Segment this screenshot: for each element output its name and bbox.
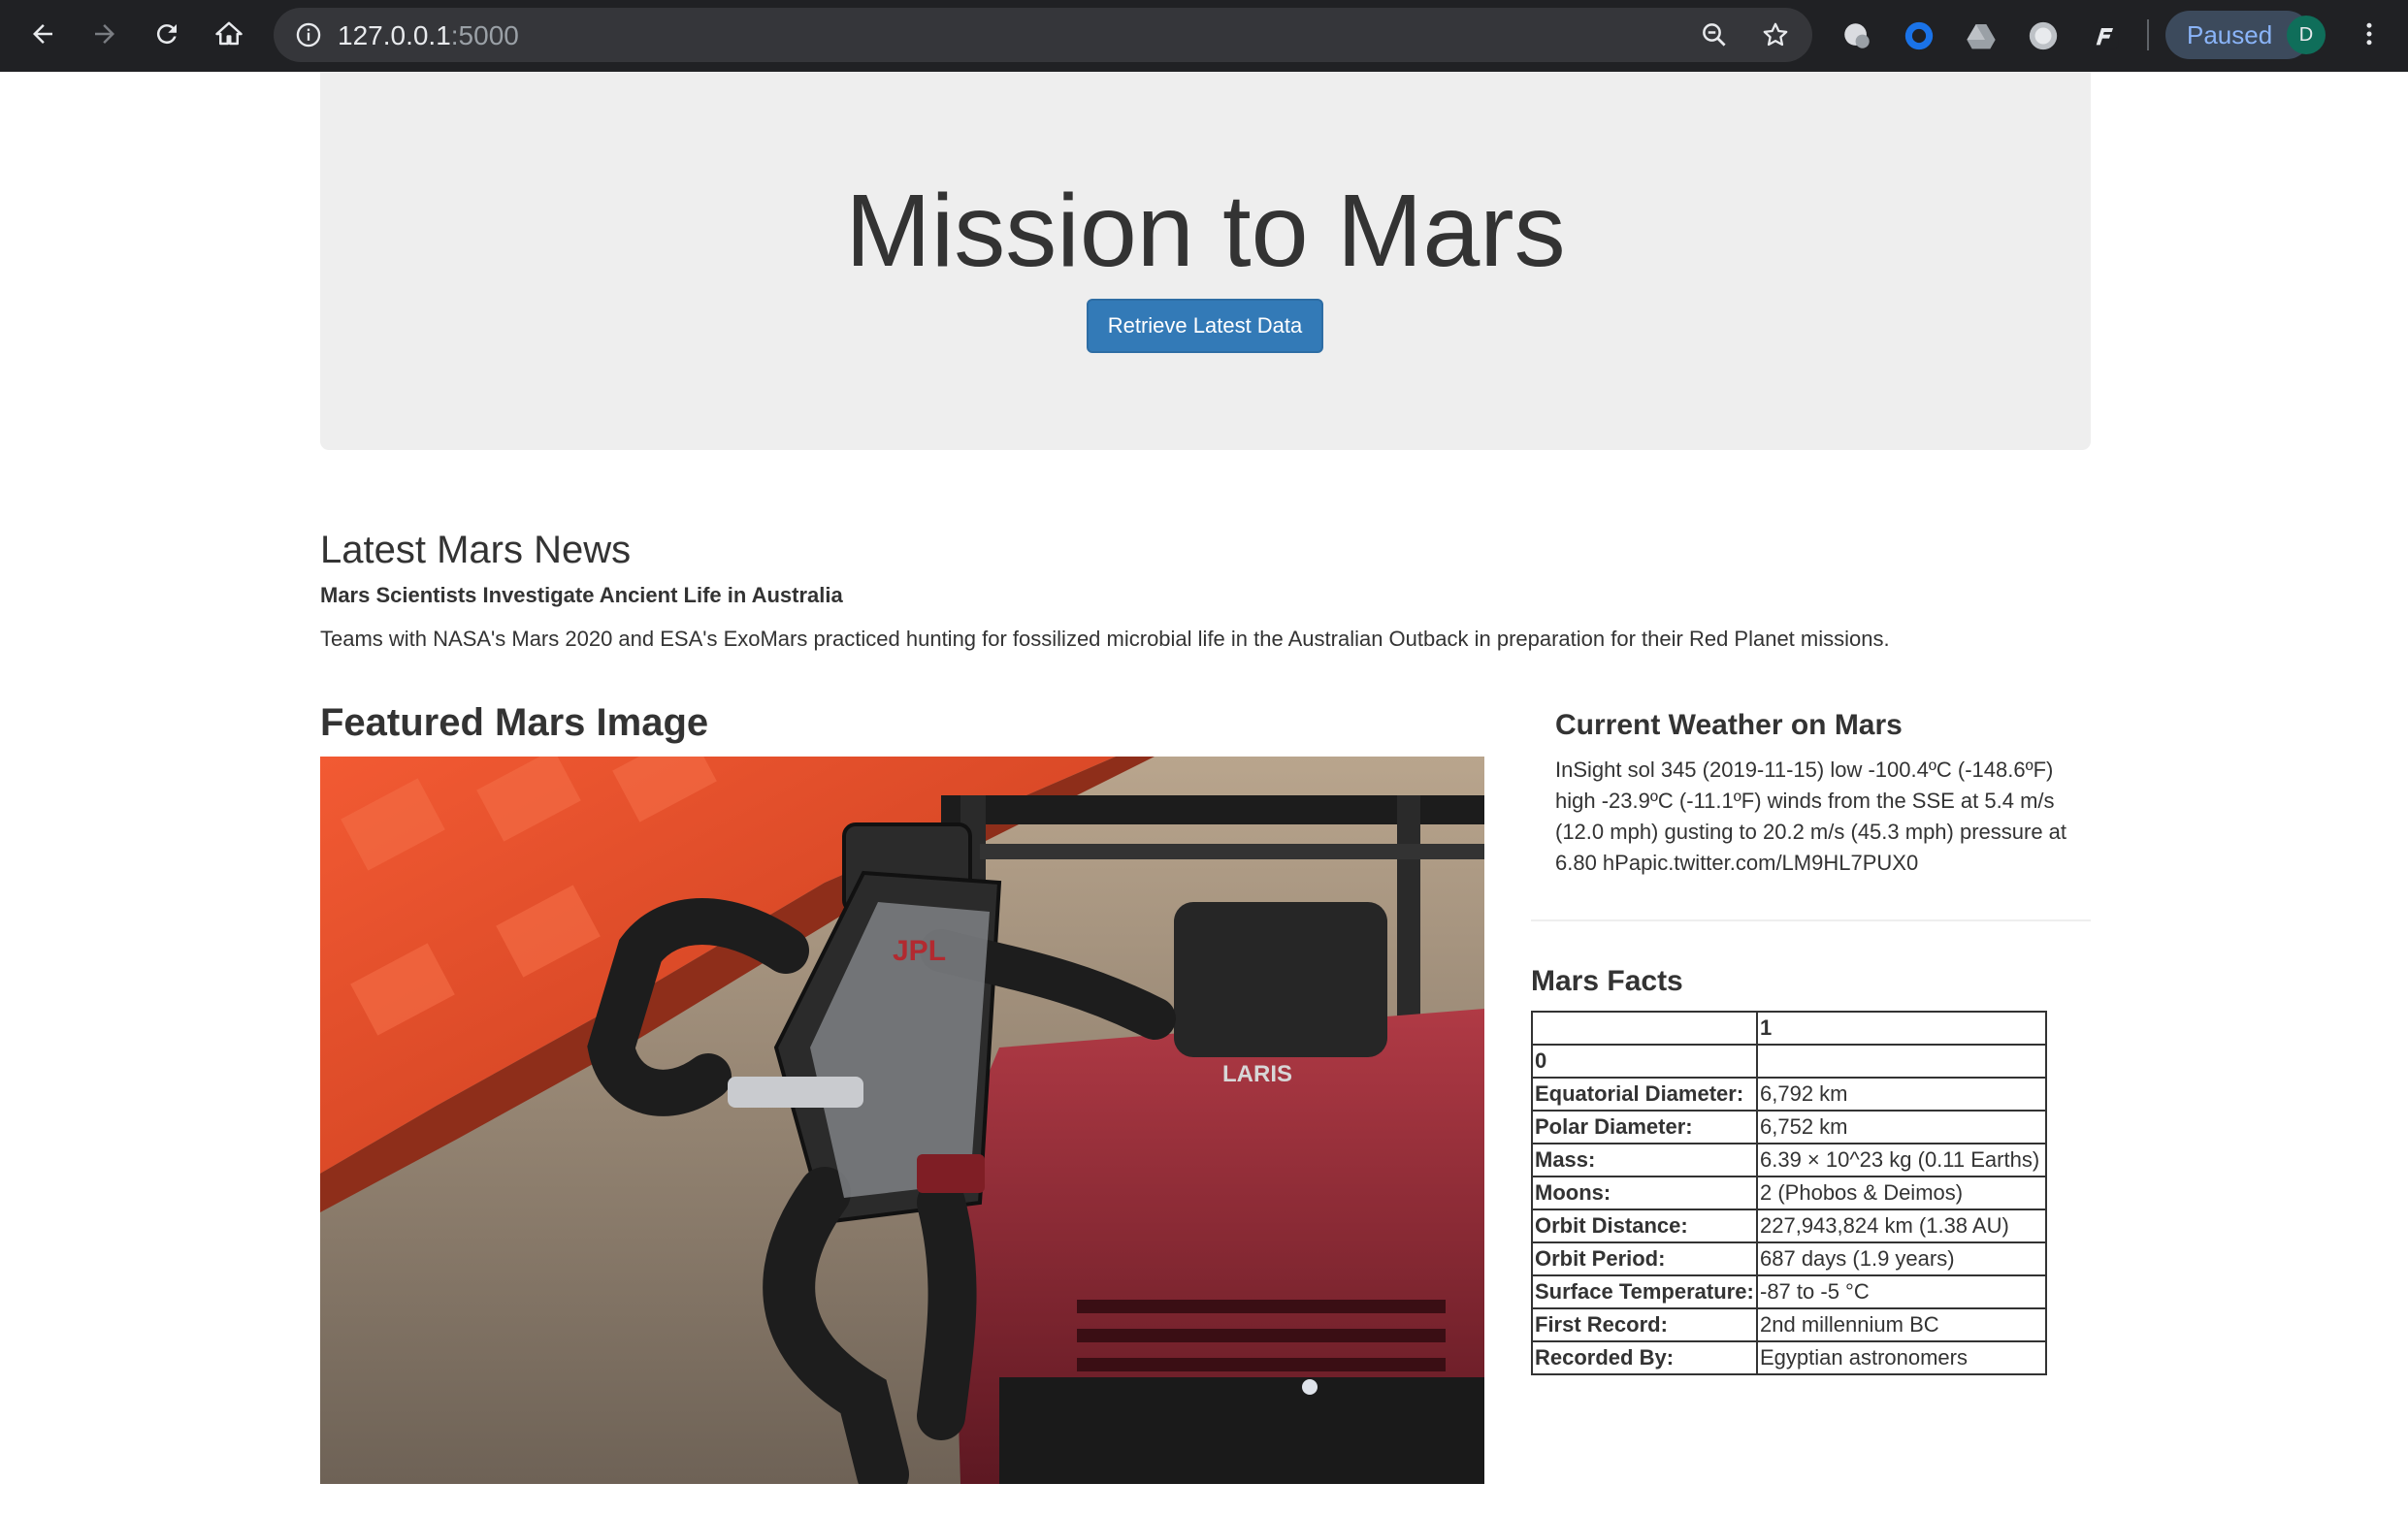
browser-toolbar: 127.0.0.1:5000 Paused D — [0, 0, 2408, 72]
fact-value: 227,943,824 km (1.38 AU) — [1756, 1209, 2047, 1243]
extension-f-icon[interactable] — [2086, 16, 2125, 55]
menu-dots-icon[interactable] — [2348, 13, 2391, 55]
address-bar[interactable]: 127.0.0.1:5000 — [274, 8, 1812, 62]
forward-icon[interactable] — [83, 13, 126, 55]
table-row: Equatorial Diameter: 6,792 km — [1531, 1077, 2047, 1112]
toolbar-divider — [2147, 19, 2149, 50]
facts-header-blank — [1531, 1011, 1758, 1046]
table-row: Moons: 2 (Phobos & Deimos) — [1531, 1176, 2047, 1210]
home-icon[interactable] — [208, 13, 250, 55]
fact-value: 2 (Phobos & Deimos) — [1756, 1176, 2047, 1210]
featured-mars-image: JPL LARIS — [320, 757, 1484, 1484]
facts-index-row: 0 — [1531, 1044, 2047, 1079]
facts-heading: Mars Facts — [1531, 965, 1683, 997]
table-row: Mass: 6.39 × 10^23 kg (0.11 Earths) — [1531, 1143, 2047, 1177]
info-icon[interactable] — [295, 21, 322, 53]
fact-value: 687 days (1.9 years) — [1756, 1241, 2047, 1276]
news-title: Mars Scientists Investigate Ancient Life… — [320, 583, 843, 607]
fact-value: 6.39 × 10^23 kg (0.11 Earths) — [1756, 1143, 2047, 1177]
google-drive-icon[interactable] — [1962, 16, 2001, 55]
weather-text: InSight sol 345 (2019-11-15) low -100.4º… — [1555, 758, 2067, 875]
table-row: Recorded By: Egyptian astronomers — [1531, 1340, 2047, 1375]
facts-header-row: 1 — [1531, 1011, 2047, 1046]
fact-label: Polar Diameter: — [1531, 1110, 1758, 1144]
fact-value: 6,752 km — [1756, 1110, 2047, 1144]
fact-label: Moons: — [1531, 1176, 1758, 1210]
fact-value: 2nd millennium BC — [1756, 1307, 2047, 1342]
featured-image-heading: Featured Mars Image — [320, 701, 709, 744]
table-row: Orbit Period: 687 days (1.9 years) — [1531, 1241, 2047, 1276]
weather-heading: Current Weather on Mars — [1555, 709, 1903, 741]
fact-label: Orbit Distance: — [1531, 1209, 1758, 1243]
fact-label: Equatorial Diameter: — [1531, 1077, 1758, 1112]
extension-search-icon[interactable] — [1838, 16, 1876, 55]
page-title: Mission to Mars — [845, 174, 1566, 288]
weather-divider — [1531, 919, 2091, 921]
fact-label: Surface Temperature: — [1531, 1274, 1758, 1309]
table-row: Polar Diameter: 6,752 km — [1531, 1110, 2047, 1144]
url-host: 127.0.0.1 — [338, 20, 451, 50]
news-paragraph: Teams with NASA's Mars 2020 and ESA's Ex… — [320, 627, 1890, 651]
fact-label: First Record: — [1531, 1307, 1758, 1342]
news-heading: Latest Mars News — [320, 529, 632, 571]
back-icon[interactable] — [21, 13, 64, 55]
extension-circle-icon[interactable] — [2024, 16, 2063, 55]
table-row: First Record: 2nd millennium BC — [1531, 1307, 2047, 1342]
reload-icon[interactable] — [146, 13, 188, 55]
fact-label: Mass: — [1531, 1143, 1758, 1177]
avatar[interactable]: D — [2287, 16, 2326, 54]
paused-label: Paused — [2187, 20, 2273, 49]
url-text[interactable]: 127.0.0.1:5000 — [338, 22, 519, 49]
fact-label: Recorded By: — [1531, 1340, 1758, 1375]
facts-index-header: 0 — [1531, 1044, 1758, 1079]
url-port: :5000 — [450, 20, 519, 50]
fact-value: -87 to -5 °C — [1756, 1274, 2047, 1309]
jumbotron: Mission to Mars Retrieve Latest Data — [320, 72, 2091, 450]
table-row: Orbit Distance: 227,943,824 km (1.38 AU) — [1531, 1209, 2047, 1243]
svg-text:LARIS: LARIS — [1222, 1061, 1292, 1087]
facts-index-blank — [1756, 1044, 2047, 1079]
fact-label: Orbit Period: — [1531, 1241, 1758, 1276]
zoom-icon[interactable] — [1700, 20, 1729, 54]
bookmark-star-icon[interactable] — [1761, 20, 1790, 54]
fact-value: 6,792 km — [1756, 1077, 2047, 1112]
extension-ring-icon[interactable] — [1900, 16, 1938, 55]
facts-table: 1 0 Equatorial Diameter: 6,792 km Polar Di… — [1531, 1011, 2047, 1375]
fact-value: Egyptian astronomers — [1756, 1340, 2047, 1375]
svg-text:JPL: JPL — [893, 935, 946, 967]
table-row: Surface Temperature: -87 to -5 °C — [1531, 1274, 2047, 1309]
facts-column-header: 1 — [1756, 1011, 2047, 1046]
retrieve-data-button[interactable]: Retrieve Latest Data — [1087, 299, 1323, 353]
